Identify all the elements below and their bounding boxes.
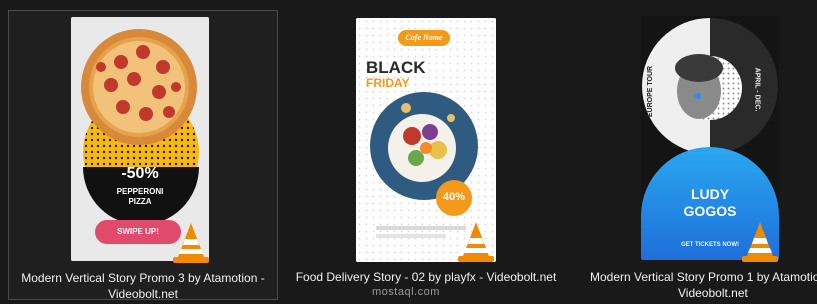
- file-name: Modern Vertical Story Promo 3 by Atamoti…: [9, 270, 277, 302]
- file-item-promo-1[interactable]: EUROPE TOUR APRIL - DEC. LUDY GOGOS GET …: [582, 10, 817, 300]
- artist-name-1: LUDY: [690, 186, 730, 202]
- file-name-line-2: Videobolt.net: [108, 287, 178, 301]
- file-name-line-1: Food Delivery Story - 02 by playfx - Vid…: [295, 270, 557, 284]
- file-name: Modern Vertical Story Promo 1 by Atamoti…: [582, 269, 817, 301]
- file-name-line-2: Videobolt.net: [678, 286, 748, 300]
- file-name-line-1: Modern Vertical Story Promo 3 by Atamoti…: [21, 271, 265, 285]
- vlc-cone-icon: [173, 223, 209, 263]
- vertical-text-right: APRIL - DEC.: [753, 67, 761, 112]
- watermark: mostaql.com: [372, 286, 440, 298]
- file-name: Food Delivery Story - 02 by playfx - Vid…: [290, 269, 562, 285]
- artist-name-2: GOGOS: [683, 203, 737, 219]
- discount-badge-text: 40%: [442, 191, 466, 203]
- file-item-promo-3[interactable]: -50% PEPPERONI PIZZA SWIPE UP! Modern Ve…: [8, 10, 278, 302]
- product-text-1: PEPPERONI: [116, 187, 164, 196]
- vlc-cone-icon: [742, 222, 778, 262]
- headline-1: BLACK: [366, 58, 426, 77]
- cta-text: SWIPE UP!: [117, 227, 159, 236]
- file-name-line-1: Modern Vertical Story Promo 1 by Atamoti…: [590, 270, 817, 284]
- vlc-cone-icon: [458, 222, 494, 262]
- headline-2: FRIDAY: [366, 76, 410, 90]
- file-item-food-delivery[interactable]: Cafe Name BLACK FRIDAY 40% Food Delivery…: [290, 10, 562, 300]
- cafe-badge: Cafe Name: [405, 33, 443, 42]
- discount-text: -50%: [121, 165, 159, 182]
- product-text-2: PIZZA: [128, 197, 152, 206]
- vertical-text-left: EUROPE TOUR: [647, 65, 655, 118]
